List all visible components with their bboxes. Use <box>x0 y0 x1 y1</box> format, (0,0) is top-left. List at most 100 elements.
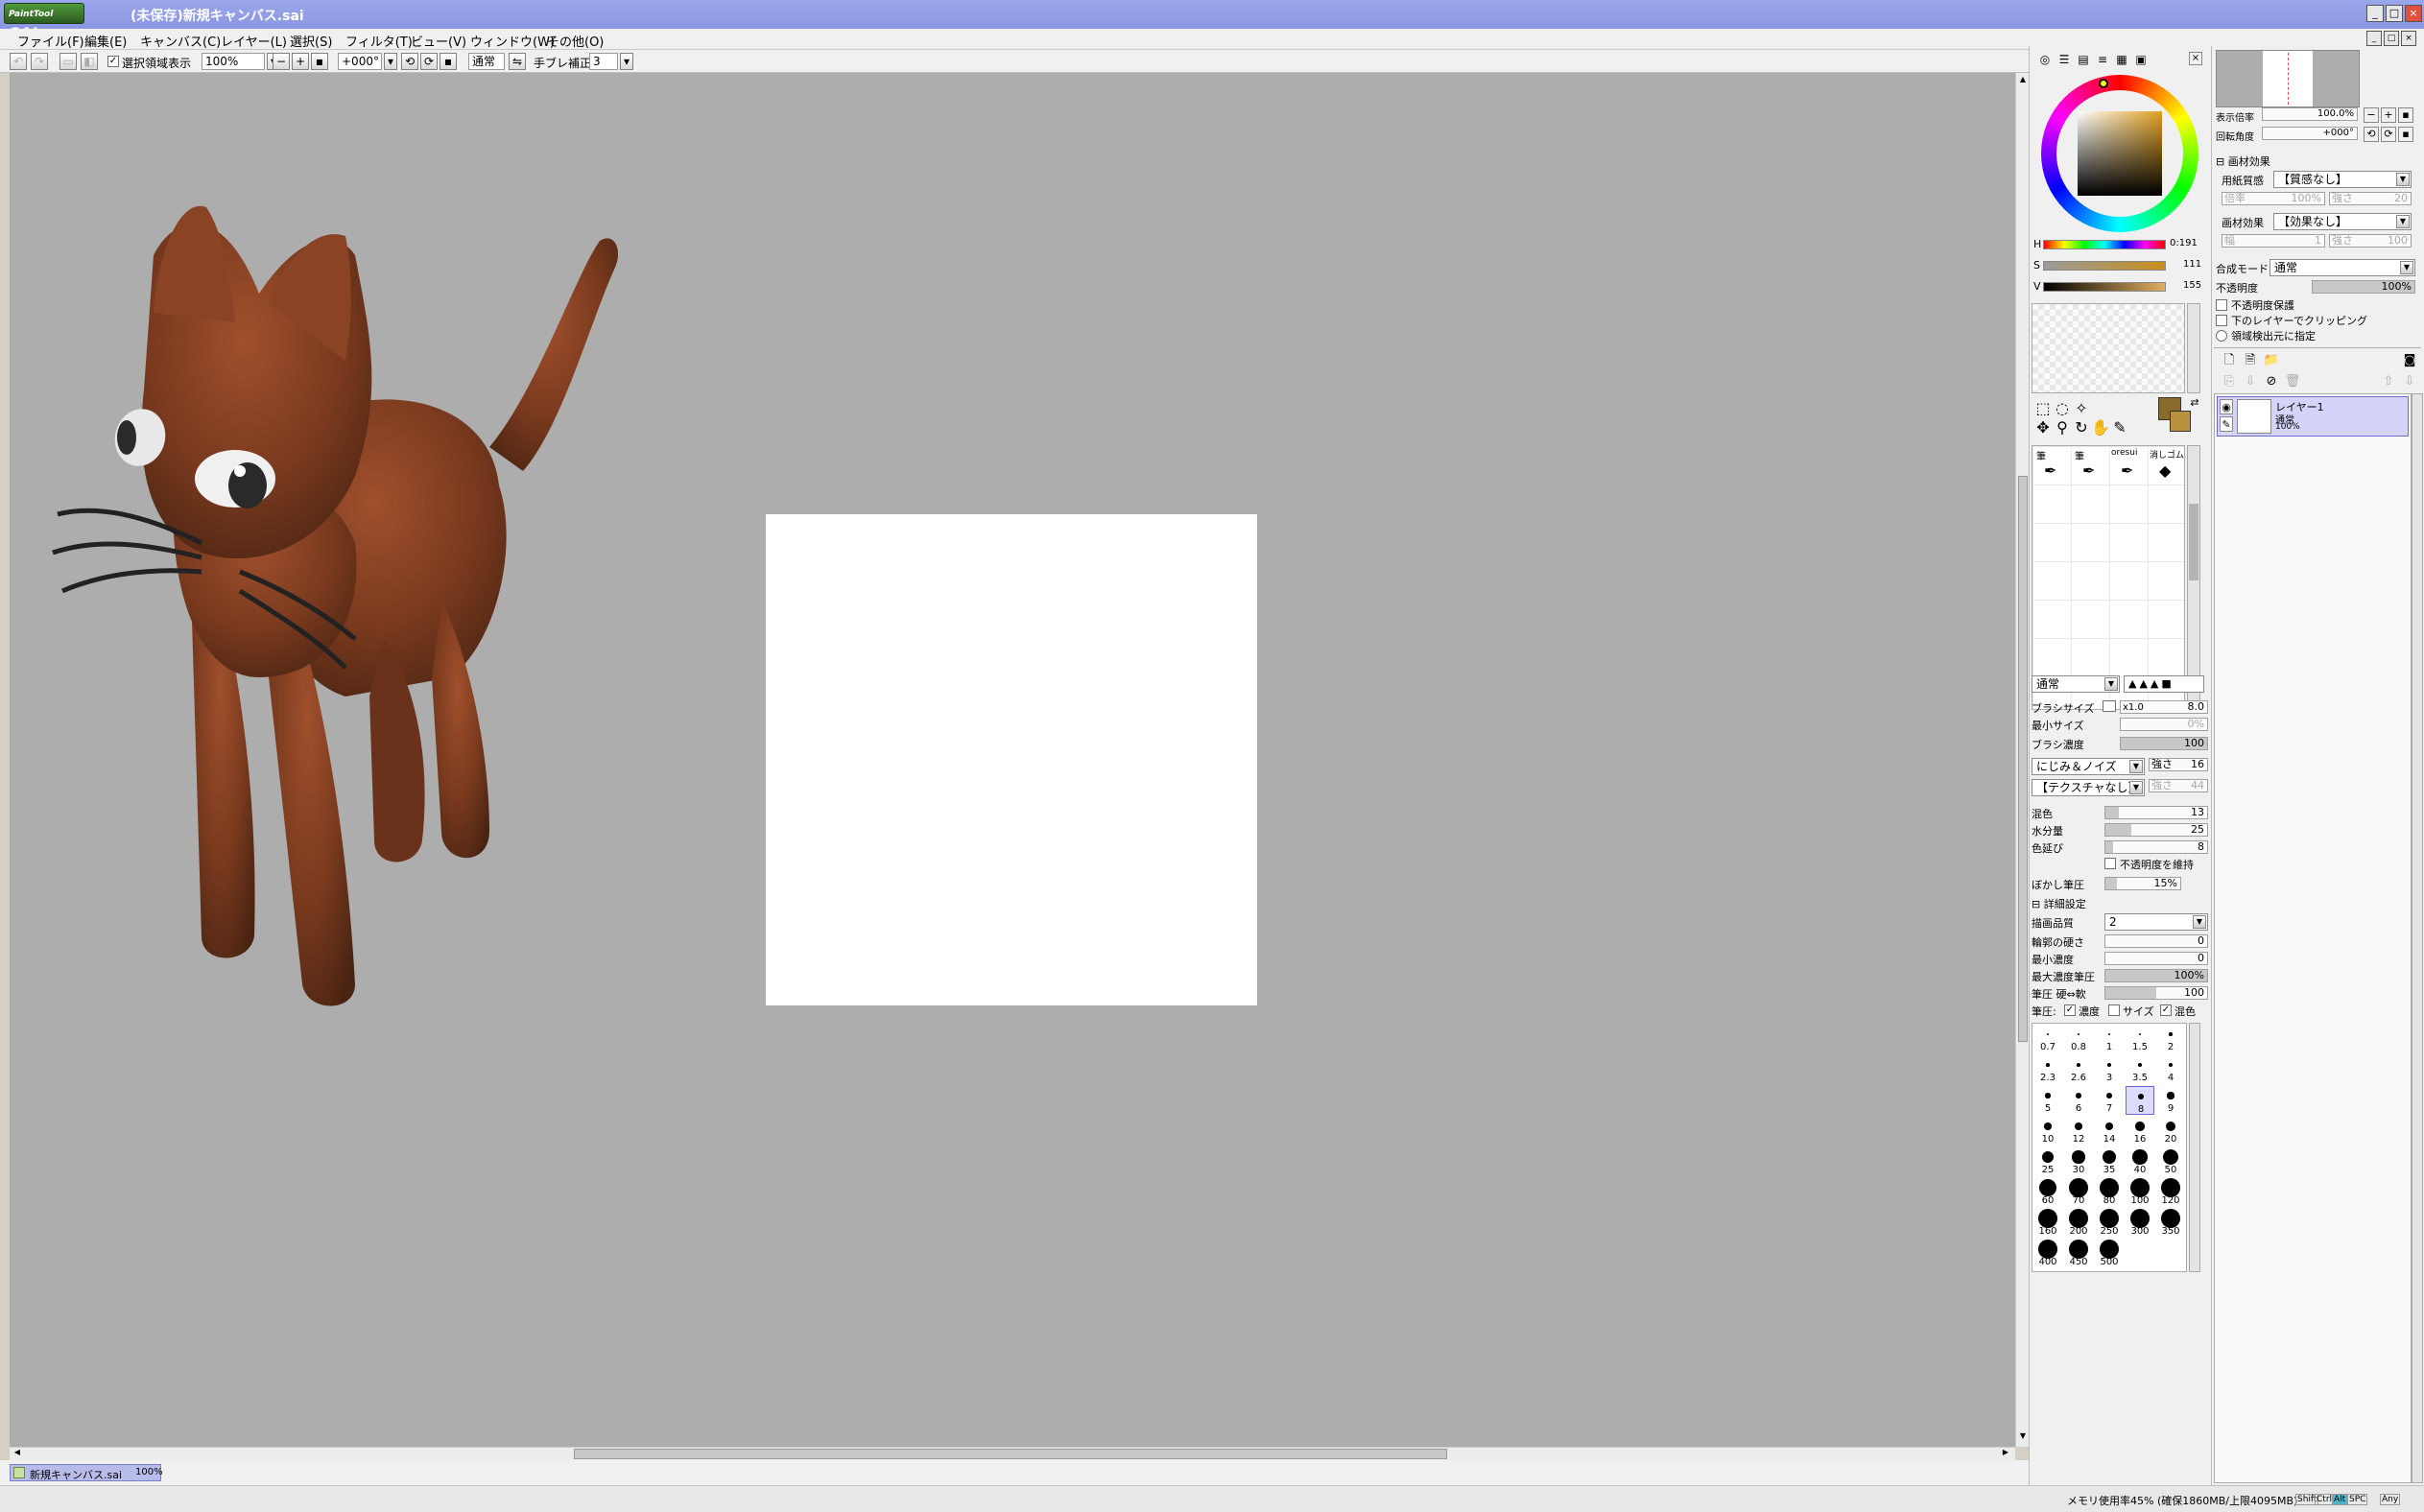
menu-file[interactable]: ファイル(F) <box>17 32 84 50</box>
new-layer-icon[interactable]: 🗋 <box>2220 351 2239 370</box>
edge-hardness-slider[interactable]: 0 <box>2104 934 2208 948</box>
brush-size-option[interactable]: 60 <box>2033 1178 2062 1207</box>
texture1-select[interactable]: にじみ＆ノイズ ▼ <box>2032 758 2145 775</box>
brush-density-slider[interactable]: 100 <box>2120 737 2208 750</box>
material-header[interactable]: ⊟ 画材効果 <box>2216 154 2270 169</box>
brush-size-option[interactable]: 0.7 <box>2033 1025 2062 1053</box>
min-size-slider[interactable]: 0% <box>2120 718 2208 731</box>
new-folder-icon[interactable]: 📁 <box>2262 351 2281 370</box>
canvas-vertical-scrollbar[interactable]: ▲ ▼ <box>2015 73 2029 1447</box>
texture2-strength[interactable]: 強さ 44 <box>2149 779 2208 792</box>
undo-button[interactable]: ↶ <box>10 53 27 70</box>
brush-size-option[interactable]: 10 <box>2033 1117 2062 1146</box>
texture2-select[interactable]: 【テクスチャなし】 ▼ <box>2032 779 2145 796</box>
brush-size-option[interactable]: 70 <box>2064 1178 2093 1207</box>
pressure-size-checkbox[interactable] <box>2108 1004 2120 1016</box>
menu-edit[interactable]: 編集(E) <box>84 32 127 50</box>
saturation-slider[interactable] <box>2043 261 2166 271</box>
tool-oresui[interactable]: oresui ✒ <box>2109 446 2148 483</box>
brush-size-option[interactable]: 350 <box>2156 1209 2185 1238</box>
zoom-in-button[interactable]: + <box>292 53 309 70</box>
brush-size-option[interactable]: 2.3 <box>2033 1055 2062 1084</box>
zoom-icon[interactable]: ⚲ <box>2053 418 2072 437</box>
new-linework-layer-icon[interactable]: 🗎 <box>2241 351 2260 370</box>
minimize-button[interactable]: _ <box>2366 5 2384 22</box>
pressure-blend-checkbox[interactable]: ✓ <box>2160 1004 2172 1016</box>
brush-size-option[interactable]: 0.8 <box>2064 1025 2093 1053</box>
effect-select[interactable]: 【効果なし】 ▼ <box>2273 213 2412 230</box>
zoom-reset-button[interactable]: ▪ <box>311 53 328 70</box>
brush-size-option[interactable]: 500 <box>2095 1240 2124 1268</box>
file-tab[interactable]: 新規キャンバス.sai 100% <box>10 1464 163 1481</box>
scratchpad-scrollbar[interactable] <box>2187 303 2200 393</box>
effect-width-slider[interactable]: 幅1 <box>2222 234 2325 248</box>
brush-shape-selector[interactable]: ▲▲▲■ <box>2124 675 2204 693</box>
max-pressure-slider[interactable]: 100% <box>2104 969 2208 982</box>
brush-size-option[interactable]: 1 <box>2095 1025 2124 1053</box>
lasso-icon[interactable]: ◌ <box>2053 399 2072 418</box>
brush-size-option[interactable]: 80 <box>2095 1178 2124 1207</box>
nav-rotate-right-button[interactable]: ⟳ <box>2381 127 2396 142</box>
merge-down-icon[interactable]: ⇩ <box>2241 372 2260 391</box>
invert-select-button[interactable]: ◧ <box>81 53 98 70</box>
texture1-strength[interactable]: 強さ 16 <box>2149 758 2208 771</box>
nav-zoom-reset-button[interactable]: ▪ <box>2398 107 2413 123</box>
water-slider[interactable]: 25 <box>2104 823 2208 837</box>
nav-rotate-reset-button[interactable]: ▪ <box>2398 127 2413 142</box>
saturation-value-square[interactable] <box>2078 111 2162 196</box>
rotate-right-button[interactable]: ⟳ <box>420 53 438 70</box>
clear-layer-icon[interactable]: ⊘ <box>2262 372 2281 391</box>
paper-texture-select[interactable]: 【質感なし】 ▼ <box>2273 171 2412 188</box>
menu-select[interactable]: 選択(S) <box>290 32 332 50</box>
brush-size-option[interactable]: 250 <box>2095 1209 2124 1238</box>
brush-size-option[interactable]: 25 <box>2033 1147 2062 1176</box>
nav-rotate-slider[interactable]: +000° <box>2262 127 2358 140</box>
brush-size-option[interactable]: 120 <box>2156 1178 2185 1207</box>
rotate-left-button[interactable]: ⟲ <box>401 53 418 70</box>
doc-minimize-button[interactable]: _ <box>2366 31 2382 46</box>
background-color-swatch[interactable] <box>2170 411 2191 432</box>
brush-size-option[interactable]: 20 <box>2156 1117 2185 1146</box>
tool-pen-2[interactable]: 筆 ✒ <box>2071 446 2109 483</box>
brush-size-slider[interactable]: x1.0 8.0 <box>2120 700 2208 714</box>
layer-down-icon[interactable]: ⇩ <box>2400 372 2419 391</box>
brush-size-option[interactable]: 160 <box>2033 1209 2062 1238</box>
doc-close-button[interactable]: × <box>2401 31 2416 46</box>
tool-pen-1[interactable]: 筆 ✒ <box>2032 446 2071 483</box>
brush-size-option[interactable]: 400 <box>2033 1240 2062 1268</box>
scroll-down-arrow[interactable]: ▼ <box>2017 1431 2029 1443</box>
brush-size-option[interactable]: 7 <box>2095 1086 2124 1115</box>
layer-list-scrollbar[interactable] <box>2412 393 2423 1483</box>
close-button[interactable]: × <box>2405 5 2422 22</box>
value-slider[interactable] <box>2043 282 2166 292</box>
detail-settings-header[interactable]: ⊟ 詳細設定 <box>2032 896 2086 911</box>
visibility-eye-icon[interactable]: ◉ <box>2220 399 2233 414</box>
brush-size-option[interactable]: 1.5 <box>2126 1025 2154 1053</box>
scratchpad-icon[interactable]: ▣ <box>2131 50 2151 69</box>
hue-marker[interactable] <box>2099 79 2108 88</box>
hue-ring[interactable] <box>2041 75 2198 232</box>
quality-select[interactable]: 2 ▼ <box>2104 913 2208 931</box>
brush-size-option[interactable]: 16 <box>2126 1117 2154 1146</box>
brush-size-option[interactable]: 100 <box>2126 1178 2154 1207</box>
menu-window[interactable]: ウィンドウ(W) <box>470 32 555 50</box>
color-stretch-slider[interactable]: 8 <box>2104 840 2208 854</box>
vertical-scroll-thumb[interactable] <box>2018 476 2028 1042</box>
brush-size-toggle[interactable] <box>2103 700 2116 712</box>
protect-opacity-checkbox[interactable] <box>2216 299 2227 311</box>
menu-view[interactable]: ビュー(V) <box>411 32 466 50</box>
rgb-slider-icon[interactable]: ☰ <box>2055 50 2074 69</box>
scroll-left-arrow[interactable]: ◀ <box>12 1448 23 1459</box>
horizontal-scroll-thumb[interactable] <box>574 1449 1447 1459</box>
brush-size-option[interactable]: 35 <box>2095 1147 2124 1176</box>
brush-size-option[interactable]: 6 <box>2064 1086 2093 1115</box>
nav-zoom-in-button[interactable]: + <box>2381 107 2396 123</box>
copy-layer-icon[interactable]: ⎘ <box>2220 372 2239 391</box>
brush-size-option[interactable]: 12 <box>2064 1117 2093 1146</box>
nav-zoom-out-button[interactable]: − <box>2364 107 2379 123</box>
rotate-icon[interactable]: ↻ <box>2072 418 2091 437</box>
eyedropper-icon[interactable]: ✎ <box>2110 418 2129 437</box>
magic-wand-icon[interactable]: ✧ <box>2072 399 2091 418</box>
blend-mode-select[interactable]: 通常 ▼ <box>2270 259 2415 276</box>
scroll-up-arrow[interactable]: ▲ <box>2017 75 2029 86</box>
